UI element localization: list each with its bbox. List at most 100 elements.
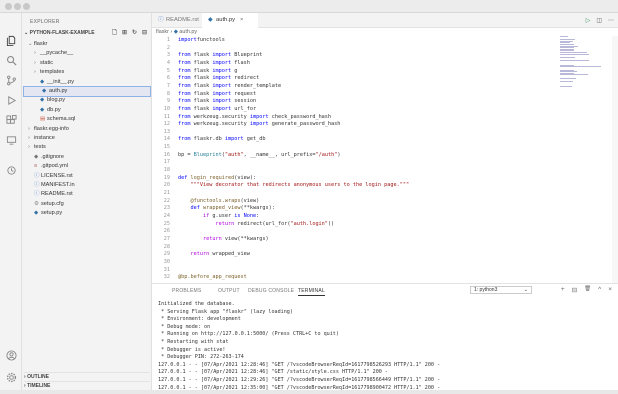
tree-item-label: tests bbox=[34, 144, 46, 151]
file-item[interactable]: ◆ auth.py bbox=[23, 86, 151, 97]
terminal-line: 127.0.0.1 - - [07/Apr/2021 12:28:46] "GE… bbox=[158, 361, 441, 368]
timeline-icon[interactable] bbox=[4, 163, 18, 177]
folder-item[interactable]: › __pycache__ bbox=[34, 49, 73, 58]
py-file-icon: ◆ bbox=[40, 97, 45, 104]
code-token: flask bbox=[190, 90, 213, 97]
split-editor-icon[interactable]: ◫ bbox=[596, 17, 602, 24]
code-token: def bbox=[178, 174, 188, 181]
breadcrumb-file[interactable]: auth.py bbox=[179, 29, 197, 35]
code-token: login_required bbox=[190, 174, 235, 181]
editor-scrollbar[interactable] bbox=[612, 36, 618, 283]
close-panel-icon[interactable]: × bbox=[608, 286, 612, 294]
code-token: import bbox=[224, 136, 244, 143]
code-token: g.user bbox=[209, 212, 235, 219]
outline-section[interactable]: › OUTLINE bbox=[24, 372, 150, 381]
code-token: wrapped_view bbox=[203, 205, 241, 212]
tree-item-label: db.py bbox=[47, 106, 61, 113]
window-close-button[interactable] bbox=[5, 3, 12, 10]
code-token: wrapped_view bbox=[209, 251, 250, 258]
code-token: "auth" bbox=[224, 151, 244, 158]
tab-debug-console[interactable]: DEBUG CONSOLE bbox=[248, 288, 294, 294]
file-item[interactable]: ⓘREADME.rst bbox=[28, 190, 73, 199]
folder-item[interactable]: › flaskr.egg-info bbox=[28, 125, 69, 134]
py-file-icon: ◆ bbox=[40, 78, 45, 85]
terminal-line: * Debugger is active! bbox=[158, 346, 226, 353]
terminal-select[interactable]: 1: python3 ⌄ bbox=[470, 286, 532, 294]
code-token: (view) bbox=[240, 197, 260, 204]
tab-problems[interactable]: PROBLEMS bbox=[172, 288, 201, 294]
code-token: flask bbox=[190, 105, 213, 112]
search-icon[interactable] bbox=[4, 53, 18, 67]
tree-item-label: templates bbox=[40, 69, 65, 76]
file-item[interactable]: ⓘLICENSE.rst bbox=[28, 172, 73, 181]
code-editor[interactable]: 1 importfunctools 2 3 from flask import Blue… bbox=[152, 36, 558, 283]
file-item[interactable]: ◆ .gitignore bbox=[28, 153, 64, 162]
code-token: url_for bbox=[231, 105, 257, 112]
status-bar bbox=[0, 390, 618, 394]
code-token: import bbox=[249, 121, 269, 128]
code-token: redirect bbox=[231, 75, 260, 82]
tab-auth-py[interactable]: ◆ auth.py × bbox=[202, 13, 258, 28]
code-token: Blueprint bbox=[231, 52, 263, 59]
file-item[interactable]: ◆ db.py bbox=[34, 106, 61, 115]
folder-item[interactable]: ⌄flaskr bbox=[28, 40, 47, 49]
file-item[interactable]: ⓘMANIFEST.in bbox=[28, 181, 75, 190]
close-icon[interactable]: × bbox=[240, 17, 243, 23]
folder-item[interactable]: › tests bbox=[28, 143, 46, 152]
run-icon[interactable]: ▷ bbox=[586, 17, 591, 24]
code-token: werkzeug.security bbox=[190, 121, 250, 128]
window-minimize-button[interactable] bbox=[14, 3, 21, 10]
code-token: import bbox=[212, 98, 232, 105]
breadcrumb-folder[interactable]: flaskr bbox=[156, 29, 169, 35]
new-file-icon[interactable]: 🗋 bbox=[111, 30, 118, 37]
file-item[interactable]: ⚙ setup.cfg bbox=[28, 200, 64, 209]
timeline-section[interactable]: › TIMELINE bbox=[24, 381, 150, 390]
yml-file-icon: ≡ bbox=[34, 163, 38, 170]
folder-item[interactable]: › instance bbox=[28, 134, 55, 143]
file-item[interactable]: ▤ schema.sql bbox=[34, 115, 75, 124]
folder-item[interactable]: › templates bbox=[34, 68, 64, 77]
source-control-icon[interactable] bbox=[4, 73, 18, 87]
split-terminal-icon[interactable]: ⊟ bbox=[572, 286, 577, 294]
run-debug-icon[interactable] bbox=[4, 93, 18, 107]
more-actions-icon[interactable]: ⋯ bbox=[608, 17, 614, 24]
trash-icon[interactable]: 🗑 bbox=[584, 286, 591, 294]
code-token: from bbox=[178, 98, 191, 105]
terminal-line: * Running on http://127.0.0.1:5000/ (Pre… bbox=[158, 331, 339, 338]
settings-icon[interactable] bbox=[4, 370, 18, 384]
terminal-output[interactable]: Initialized the database. * Serving Flas… bbox=[158, 301, 614, 392]
code-token: get_db bbox=[243, 136, 266, 143]
bottom-panel: PROBLEMS OUTPUT DEBUG CONSOLE TERMINAL 1… bbox=[152, 283, 618, 394]
chevron-down-icon: ⌄ bbox=[24, 30, 29, 36]
extensions-icon[interactable] bbox=[4, 113, 18, 127]
code-token: view(**kwargs) bbox=[221, 235, 269, 242]
tab-terminal[interactable]: TERMINAL bbox=[298, 288, 325, 296]
code-token: check_password_hash bbox=[268, 113, 332, 120]
window-maximize-button[interactable] bbox=[23, 3, 30, 10]
tab-readme[interactable]: ⓘ README.rst bbox=[152, 13, 202, 28]
account-icon[interactable] bbox=[4, 348, 18, 362]
file-item[interactable]: ◆ blog.py bbox=[34, 96, 65, 105]
remote-icon[interactable] bbox=[4, 133, 18, 147]
code-token: flask bbox=[190, 52, 213, 59]
files-icon[interactable] bbox=[4, 33, 18, 47]
file-item[interactable]: ≡ .gitpod.yml bbox=[28, 162, 68, 171]
folder-item[interactable]: › static bbox=[34, 59, 53, 68]
file-item[interactable]: ◆ setup.py bbox=[28, 209, 62, 218]
code-token: from bbox=[178, 90, 191, 97]
refresh-icon[interactable]: ↻ bbox=[131, 30, 138, 37]
code-token: from bbox=[178, 105, 191, 112]
tab-output[interactable]: OUTPUT bbox=[218, 288, 240, 294]
new-folder-icon[interactable]: ⊞ bbox=[121, 30, 128, 37]
project-section-header[interactable]: ⌄ PYTHON-FLASK-EXAMPLE 🗋 ⊞ ↻ ⊟ bbox=[24, 30, 150, 39]
maximize-panel-icon[interactable]: ^ bbox=[598, 286, 601, 294]
minimap[interactable] bbox=[560, 36, 610, 96]
new-terminal-icon[interactable]: + bbox=[561, 286, 565, 294]
collapse-all-icon[interactable]: ⊟ bbox=[141, 30, 148, 37]
file-item[interactable]: ◆ __init__.py bbox=[34, 78, 74, 87]
py-file-icon: ◆ bbox=[42, 88, 47, 94]
code-token: request bbox=[231, 90, 257, 97]
code-token: __name__ bbox=[249, 151, 275, 158]
tree-item-label: README.rst bbox=[41, 191, 73, 198]
